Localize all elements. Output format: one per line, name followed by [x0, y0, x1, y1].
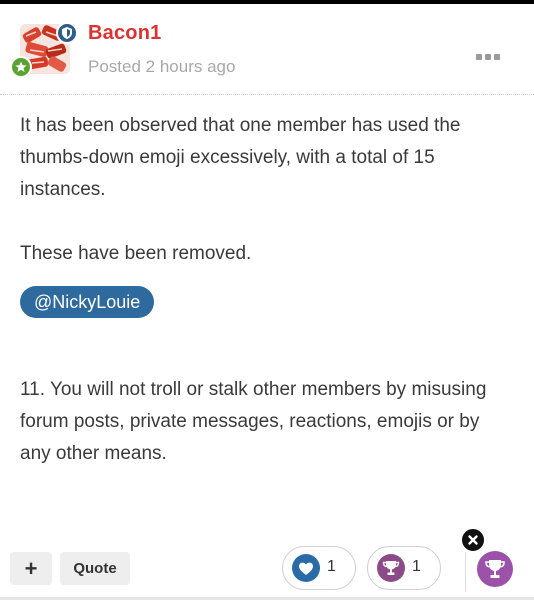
rule-paragraph: 11. You will not troll or stalk other me… — [20, 379, 487, 464]
post-paragraph: It has been observed that one member has… — [20, 115, 461, 200]
like-count: 1 — [327, 558, 336, 575]
quote-button[interactable]: Quote — [60, 552, 130, 585]
more-options-icon[interactable] — [476, 50, 500, 64]
post-header: Bacon1 Posted 2 hours ago — [0, 4, 534, 95]
reaction-like-pill[interactable]: 1 — [282, 546, 356, 590]
rank-star-icon — [10, 56, 32, 78]
trophy-icon — [377, 554, 405, 582]
close-icon[interactable] — [460, 527, 486, 553]
post-footer: + Quote 1 1 — [0, 527, 534, 600]
posted-time[interactable]: Posted 2 hours ago — [88, 57, 235, 77]
moderator-shield-icon — [56, 22, 78, 44]
trophy-count: 1 — [412, 558, 421, 575]
user-mention-link[interactable]: @NickyLouie — [20, 286, 155, 318]
author-name[interactable]: Bacon1 — [88, 22, 161, 45]
post-body: It has been observed that one member has… — [20, 110, 515, 470]
reaction-trophy-pill[interactable]: 1 — [367, 546, 441, 590]
footer-divider — [465, 552, 466, 592]
heart-icon — [292, 554, 320, 582]
post-paragraph: These have been removed. — [20, 243, 252, 264]
react-trophy-button[interactable] — [477, 551, 513, 587]
multiquote-button[interactable]: + — [10, 552, 52, 585]
